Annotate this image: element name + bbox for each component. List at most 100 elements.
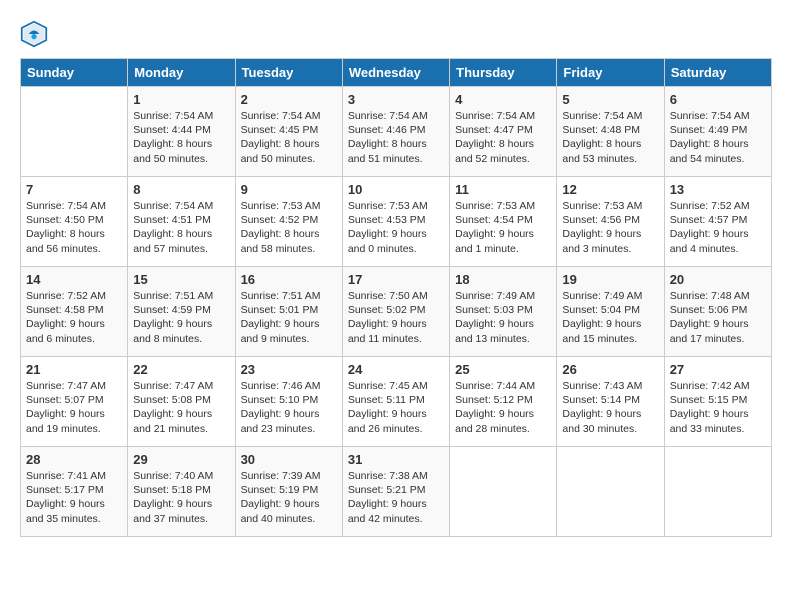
week-row-2: 7Sunrise: 7:54 AMSunset: 4:50 PMDaylight… [21, 177, 772, 267]
day-number: 7 [26, 182, 122, 197]
day-info: Daylight: 9 hours [133, 407, 229, 421]
day-number: 22 [133, 362, 229, 377]
calendar-cell: 4Sunrise: 7:54 AMSunset: 4:47 PMDaylight… [450, 87, 557, 177]
calendar-cell [450, 447, 557, 537]
day-info: Daylight: 9 hours [348, 407, 444, 421]
day-info: Daylight: 9 hours [26, 317, 122, 331]
day-info: Sunrise: 7:52 AM [670, 199, 766, 213]
day-info: Sunrise: 7:53 AM [241, 199, 337, 213]
day-info: Sunrise: 7:41 AM [26, 469, 122, 483]
day-info: Daylight: 8 hours [241, 227, 337, 241]
day-info: and 30 minutes. [562, 422, 658, 436]
day-number: 11 [455, 182, 551, 197]
calendar-cell [21, 87, 128, 177]
day-info: and 26 minutes. [348, 422, 444, 436]
day-info: and 42 minutes. [348, 512, 444, 526]
day-info: Sunset: 4:51 PM [133, 213, 229, 227]
calendar-cell: 6Sunrise: 7:54 AMSunset: 4:49 PMDaylight… [664, 87, 771, 177]
day-info: Sunrise: 7:51 AM [133, 289, 229, 303]
week-row-4: 21Sunrise: 7:47 AMSunset: 5:07 PMDayligh… [21, 357, 772, 447]
day-info: Sunset: 4:44 PM [133, 123, 229, 137]
calendar-cell [557, 447, 664, 537]
header-thursday: Thursday [450, 59, 557, 87]
day-info: and 28 minutes. [455, 422, 551, 436]
day-info: Sunrise: 7:54 AM [670, 109, 766, 123]
day-info: Sunrise: 7:53 AM [455, 199, 551, 213]
day-number: 13 [670, 182, 766, 197]
calendar-cell: 9Sunrise: 7:53 AMSunset: 4:52 PMDaylight… [235, 177, 342, 267]
day-number: 4 [455, 92, 551, 107]
day-info: Sunset: 4:47 PM [455, 123, 551, 137]
day-info: and 56 minutes. [26, 242, 122, 256]
day-info: Daylight: 9 hours [348, 317, 444, 331]
day-info: Daylight: 9 hours [26, 407, 122, 421]
header-wednesday: Wednesday [342, 59, 449, 87]
day-info: Sunset: 4:57 PM [670, 213, 766, 227]
header-friday: Friday [557, 59, 664, 87]
day-info: Daylight: 9 hours [26, 497, 122, 511]
week-row-3: 14Sunrise: 7:52 AMSunset: 4:58 PMDayligh… [21, 267, 772, 357]
header-saturday: Saturday [664, 59, 771, 87]
day-info: Sunset: 5:02 PM [348, 303, 444, 317]
day-info: Sunrise: 7:54 AM [241, 109, 337, 123]
header-sunday: Sunday [21, 59, 128, 87]
day-info: Sunrise: 7:51 AM [241, 289, 337, 303]
day-info: Sunset: 5:18 PM [133, 483, 229, 497]
calendar-cell: 18Sunrise: 7:49 AMSunset: 5:03 PMDayligh… [450, 267, 557, 357]
calendar-cell: 27Sunrise: 7:42 AMSunset: 5:15 PMDayligh… [664, 357, 771, 447]
header-monday: Monday [128, 59, 235, 87]
day-info: Sunset: 5:10 PM [241, 393, 337, 407]
logo [20, 20, 52, 48]
day-info: and 13 minutes. [455, 332, 551, 346]
calendar-cell: 7Sunrise: 7:54 AMSunset: 4:50 PMDaylight… [21, 177, 128, 267]
day-info: and 11 minutes. [348, 332, 444, 346]
calendar-cell: 3Sunrise: 7:54 AMSunset: 4:46 PMDaylight… [342, 87, 449, 177]
day-info: Daylight: 9 hours [562, 317, 658, 331]
day-info: Sunset: 4:58 PM [26, 303, 122, 317]
day-info: and 21 minutes. [133, 422, 229, 436]
day-info: Sunset: 4:59 PM [133, 303, 229, 317]
day-info: Daylight: 8 hours [348, 137, 444, 151]
day-info: Sunrise: 7:53 AM [562, 199, 658, 213]
day-info: and 23 minutes. [241, 422, 337, 436]
header-tuesday: Tuesday [235, 59, 342, 87]
calendar-cell: 20Sunrise: 7:48 AMSunset: 5:06 PMDayligh… [664, 267, 771, 357]
day-number: 23 [241, 362, 337, 377]
day-info: and 50 minutes. [133, 152, 229, 166]
day-info: Sunrise: 7:47 AM [133, 379, 229, 393]
day-info: Daylight: 8 hours [133, 227, 229, 241]
day-info: Daylight: 9 hours [670, 317, 766, 331]
day-info: Sunrise: 7:54 AM [133, 109, 229, 123]
day-info: and 50 minutes. [241, 152, 337, 166]
calendar-cell [664, 447, 771, 537]
day-info: Sunrise: 7:54 AM [455, 109, 551, 123]
day-info: Sunrise: 7:43 AM [562, 379, 658, 393]
day-number: 12 [562, 182, 658, 197]
day-info: Daylight: 9 hours [670, 227, 766, 241]
page-header [20, 20, 772, 48]
day-info: Daylight: 8 hours [670, 137, 766, 151]
day-info: Sunrise: 7:50 AM [348, 289, 444, 303]
calendar-cell: 11Sunrise: 7:53 AMSunset: 4:54 PMDayligh… [450, 177, 557, 267]
day-info: Sunrise: 7:45 AM [348, 379, 444, 393]
day-info: Sunrise: 7:49 AM [455, 289, 551, 303]
calendar-cell: 22Sunrise: 7:47 AMSunset: 5:08 PMDayligh… [128, 357, 235, 447]
day-info: Sunrise: 7:46 AM [241, 379, 337, 393]
day-info: Sunset: 5:12 PM [455, 393, 551, 407]
day-info: Sunset: 5:01 PM [241, 303, 337, 317]
day-info: Daylight: 9 hours [133, 317, 229, 331]
day-number: 10 [348, 182, 444, 197]
calendar-cell: 26Sunrise: 7:43 AMSunset: 5:14 PMDayligh… [557, 357, 664, 447]
day-number: 6 [670, 92, 766, 107]
day-info: Daylight: 9 hours [133, 497, 229, 511]
day-info: Sunset: 5:15 PM [670, 393, 766, 407]
day-number: 26 [562, 362, 658, 377]
week-row-5: 28Sunrise: 7:41 AMSunset: 5:17 PMDayligh… [21, 447, 772, 537]
day-info: Sunrise: 7:54 AM [348, 109, 444, 123]
day-number: 8 [133, 182, 229, 197]
logo-icon [20, 20, 48, 48]
day-info: Sunrise: 7:52 AM [26, 289, 122, 303]
day-number: 27 [670, 362, 766, 377]
day-info: and 58 minutes. [241, 242, 337, 256]
day-number: 18 [455, 272, 551, 287]
